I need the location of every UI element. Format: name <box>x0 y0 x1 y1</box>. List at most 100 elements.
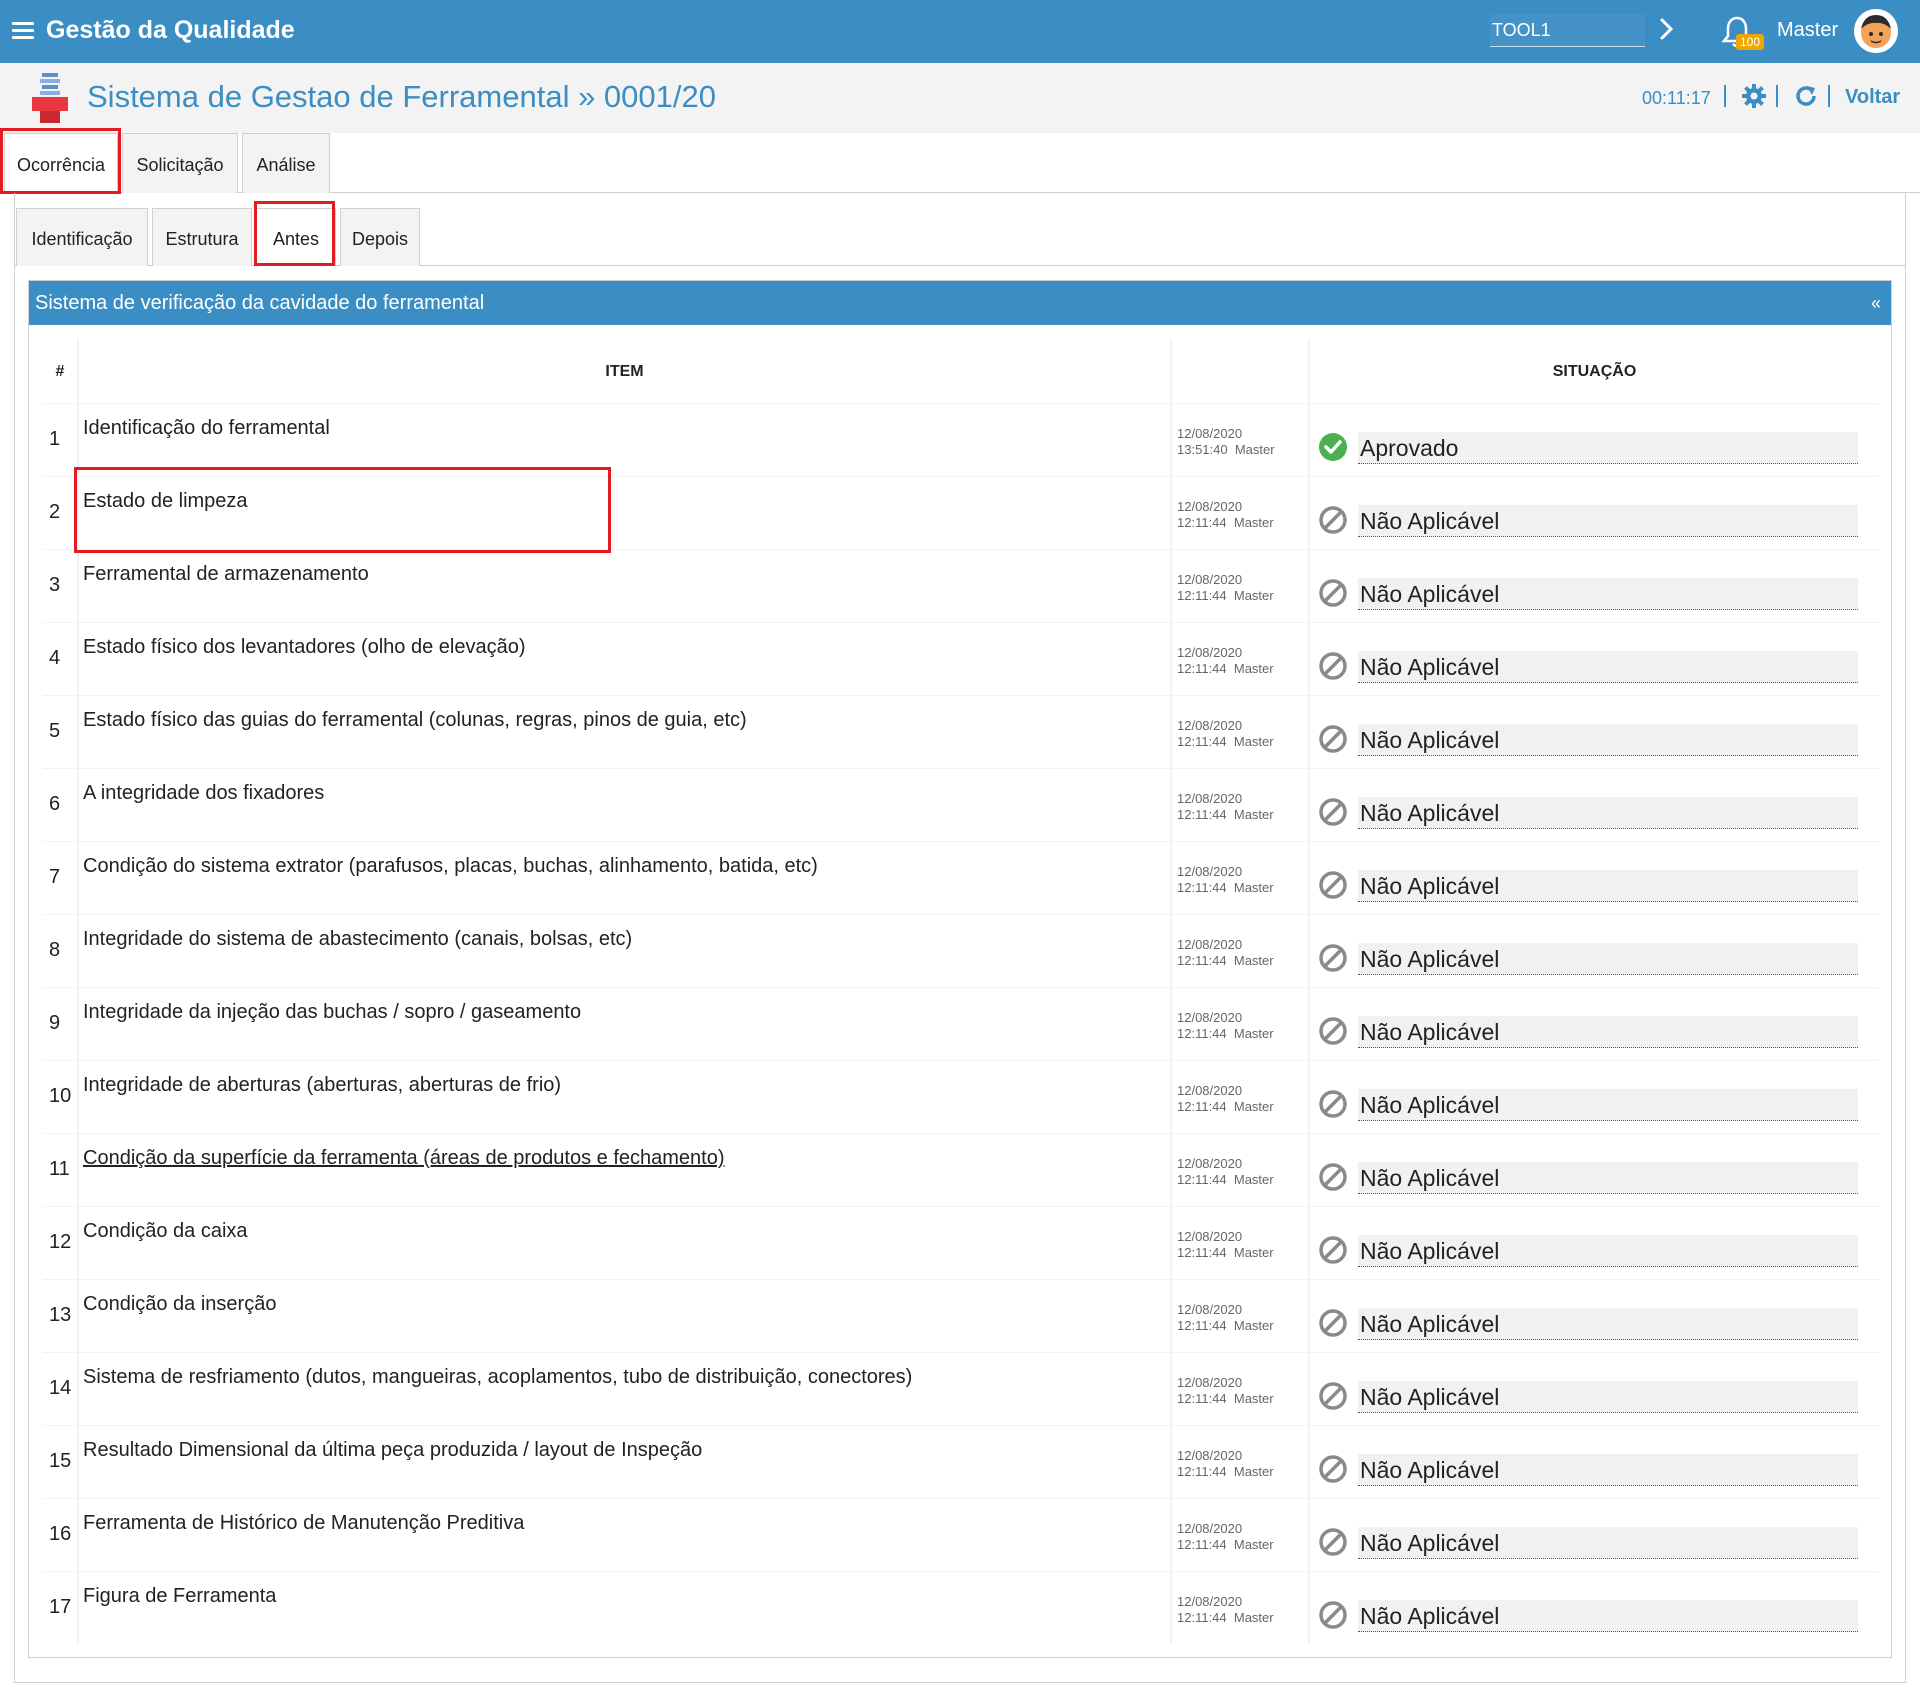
table-row: 5 Estado físico das guias do ferramental … <box>43 695 1879 768</box>
item-time-user: 12:11:44 Master <box>1177 1099 1308 1115</box>
row-number: 13 <box>43 1280 77 1352</box>
back-link[interactable]: Voltar <box>1845 86 1900 109</box>
tool-input[interactable] <box>1490 14 1645 47</box>
user-name[interactable]: Master <box>1777 19 1838 42</box>
item-label: A integridade dos fixadores <box>79 769 1170 841</box>
status-field[interactable]: Não Aplicável <box>1358 578 1858 610</box>
item-date: 12/08/2020 <box>1177 645 1243 660</box>
avatar-icon <box>1854 9 1898 53</box>
status-field[interactable]: Não Aplicável <box>1358 1454 1858 1486</box>
item-user: Master <box>1233 1537 1274 1552</box>
table-row: 4 Estado físico dos levantadores (olho de… <box>43 622 1879 695</box>
status-cell: Não Aplicável <box>1310 1134 1879 1206</box>
item-meta: 12/08/2020 12:11:44 Master <box>1172 1426 1308 1498</box>
item-label: Integridade do sistema de abastecimento … <box>79 915 1170 987</box>
not-applicable-icon <box>1319 1455 1347 1483</box>
item-time: 12:11:44 <box>1177 880 1227 895</box>
tab-depois[interactable]: Depois <box>340 208 420 266</box>
item-date: 12/08/2020 <box>1177 499 1243 514</box>
status-field[interactable]: Aprovado <box>1358 432 1858 464</box>
notification-badge: 100 <box>1736 34 1765 50</box>
not-applicable-icon <box>1319 1236 1347 1264</box>
status-field[interactable]: Não Aplicável <box>1358 1162 1858 1194</box>
status-field[interactable]: Não Aplicável <box>1358 1089 1858 1121</box>
tab-estrutura[interactable]: Estrutura <box>152 208 252 266</box>
tab-ocorrencia[interactable]: Ocorrência <box>4 133 118 194</box>
item-time-user: 12:11:44 Master <box>1177 1245 1308 1261</box>
chevron-right-icon[interactable] <box>1656 14 1678 44</box>
collapse-button[interactable]: « <box>1871 281 1881 325</box>
item-time: 12:11:44 <box>1177 1464 1227 1479</box>
status-field[interactable]: Não Aplicável <box>1358 1527 1858 1559</box>
item-meta: 12/08/2020 12:11:44 Master <box>1172 623 1308 695</box>
item-time: 12:11:44 <box>1177 807 1227 822</box>
status-field[interactable]: Não Aplicável <box>1358 1016 1858 1048</box>
refresh-icon[interactable] <box>1793 83 1819 109</box>
item-user: Master <box>1233 1464 1274 1479</box>
gear-icon[interactable] <box>1741 83 1767 109</box>
item-user: Master <box>1233 1318 1274 1333</box>
item-user: Master <box>1233 1391 1274 1406</box>
item-time-user: 12:11:44 Master <box>1177 953 1308 969</box>
status-field[interactable]: Não Aplicável <box>1358 1381 1858 1413</box>
item-label: Condição da caixa <box>79 1207 1170 1279</box>
status-field[interactable]: Não Aplicável <box>1358 724 1858 756</box>
row-number: 6 <box>43 769 77 841</box>
col-header-num: # <box>43 339 77 403</box>
status-cell: Não Aplicável <box>1310 842 1879 914</box>
item-time: 12:11:44 <box>1177 1245 1227 1260</box>
item-time-user: 13:51:40 Master <box>1177 442 1308 458</box>
status-cell: Não Aplicável <box>1310 1207 1879 1279</box>
status-field[interactable]: Não Aplicável <box>1358 870 1858 902</box>
item-date: 12/08/2020 <box>1177 1156 1243 1171</box>
item-meta: 12/08/2020 12:11:44 Master <box>1172 915 1308 987</box>
item-label: Ferramenta de Histórico de Manutenção Pr… <box>79 1499 1170 1571</box>
row-number: 16 <box>43 1499 77 1571</box>
status-field[interactable]: Não Aplicável <box>1358 1600 1858 1632</box>
status-field[interactable]: Não Aplicável <box>1358 505 1858 537</box>
not-applicable-icon <box>1319 1601 1347 1629</box>
item-label: Condição da inserção <box>79 1280 1170 1352</box>
table-row: 12 Condição da caixa 12/08/2020 12:11:44 Ma… <box>43 1206 1879 1279</box>
item-time-user: 12:11:44 Master <box>1177 1537 1308 1553</box>
item-date: 12/08/2020 <box>1177 718 1243 733</box>
item-date: 12/08/2020 <box>1177 1302 1243 1317</box>
tab-identificacao[interactable]: Identificação <box>16 208 148 266</box>
table-row: 6A integridade dos fixadores 12/08/2020 12… <box>43 768 1879 841</box>
item-time: 12:11:44 <box>1177 1026 1227 1041</box>
separator <box>1828 85 1830 107</box>
not-applicable-icon <box>1319 798 1347 826</box>
table-row: 10 Integridade de aberturas (aberturas, a… <box>43 1060 1879 1133</box>
tab-analise[interactable]: Análise <box>242 133 330 193</box>
status-field[interactable]: Não Aplicável <box>1358 797 1858 829</box>
not-applicable-icon <box>1319 871 1347 899</box>
col-header-situacao: SITUAÇÃO <box>1310 339 1879 403</box>
status-field[interactable]: Não Aplicável <box>1358 1308 1858 1340</box>
main-tabs: Ocorrência Solicitação Análise <box>0 133 1920 194</box>
col-header-item: ITEM <box>79 339 1170 403</box>
status-cell: Não Aplicável <box>1310 696 1879 768</box>
row-number: 10 <box>43 1061 77 1133</box>
table-row: 11 Condição da superfície da ferramenta (… <box>43 1133 1879 1206</box>
not-applicable-icon <box>1319 1309 1347 1337</box>
item-label[interactable]: Condição da superfície da ferramenta (ár… <box>79 1134 1170 1206</box>
item-meta: 12/08/2020 12:11:44 Master <box>1172 550 1308 622</box>
avatar[interactable] <box>1854 9 1898 53</box>
status-field[interactable]: Não Aplicável <box>1358 1235 1858 1267</box>
tab-antes[interactable]: Antes <box>256 208 336 267</box>
tab-solicitacao[interactable]: Solicitação <box>122 133 238 193</box>
status-field[interactable]: Não Aplicável <box>1358 651 1858 683</box>
item-meta: 12/08/2020 12:11:44 Master <box>1172 1499 1308 1571</box>
page-title: Sistema de Gestao de Ferramental » 0001/… <box>87 79 716 114</box>
not-applicable-icon <box>1319 652 1347 680</box>
top-bar: Gestão da Qualidade 100 Master <box>0 0 1920 63</box>
item-time-user: 12:11:44 Master <box>1177 880 1308 896</box>
item-label: Resultado Dimensional da última peça pro… <box>79 1426 1170 1498</box>
status-cell: Não Aplicável <box>1310 477 1879 549</box>
menu-icon[interactable] <box>12 22 34 40</box>
status-field[interactable]: Não Aplicável <box>1358 943 1858 975</box>
item-date: 12/08/2020 <box>1177 1448 1243 1463</box>
status-cell: Não Aplicável <box>1310 915 1879 987</box>
row-number: 3 <box>43 550 77 622</box>
status-cell: Não Aplicável <box>1310 1499 1879 1571</box>
